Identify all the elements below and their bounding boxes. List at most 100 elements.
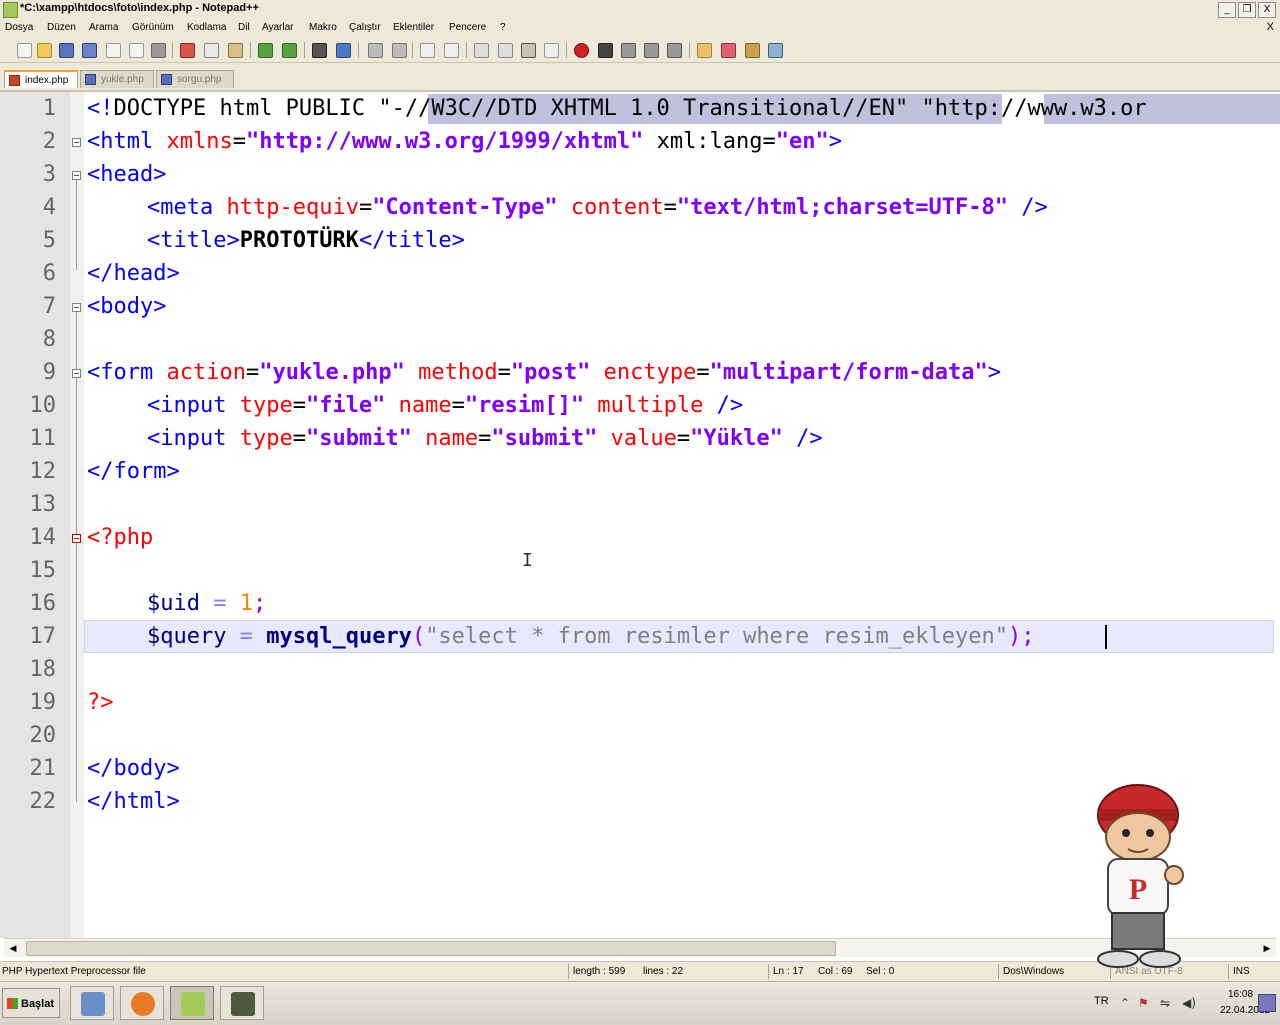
show-all-characters-icon[interactable] [498,43,513,58]
token: = [226,624,267,649]
network-icon[interactable]: ⇋ [1160,996,1170,1010]
indent-guide-icon[interactable] [521,43,536,58]
open-file-icon[interactable] [37,43,52,58]
scroll-right-icon[interactable]: ▶ [1260,941,1274,955]
line-number: 10 [29,393,57,418]
menu-calistir[interactable]: Çalıştır [349,22,381,33]
menu-pencere[interactable]: Pencere [449,22,486,33]
token: type [239,426,293,451]
save-all-icon[interactable] [82,43,97,58]
token: "en" [775,129,829,154]
close-file-icon[interactable] [106,43,121,58]
token: /> [703,393,744,418]
token: name [385,393,452,418]
token: "http://www.w3.org/1999/xhtml" [245,129,644,154]
start-label: Başlat [21,998,55,1010]
start-button[interactable]: Başlat [2,988,60,1018]
menu-help[interactable]: ? [500,22,506,33]
find-icon[interactable] [312,43,327,58]
computer-icon [81,992,105,1016]
zoom-in-icon[interactable] [368,43,383,58]
new-file-icon[interactable] [17,43,32,58]
code-line-3: <head> [87,158,166,191]
notepadpp-icon [3,2,18,18]
cut-icon[interactable] [180,43,195,58]
code-line-16: $uid = 1; [147,587,266,620]
fold-toggle[interactable] [72,534,81,543]
plugin-icon-1[interactable] [697,43,712,58]
tab-index-php[interactable]: index.php [4,70,78,88]
volume-icon[interactable]: ◀) [1182,996,1196,1010]
token: = [478,426,492,451]
undo-icon[interactable] [258,43,273,58]
action-center-icon[interactable]: ⚑ [1138,996,1149,1010]
sync-horizontal-icon[interactable] [444,43,459,58]
tab-sorgu-php[interactable]: sorgu.php [156,70,234,88]
line-number: 22 [29,789,57,814]
line-number: 20 [29,723,57,748]
close-button[interactable]: X [1258,2,1276,18]
stop-macro-icon[interactable] [598,43,613,58]
menu-duzen[interactable]: Düzen [47,22,76,33]
chevron-up-icon[interactable]: ⌃ [1120,996,1130,1010]
fold-toggle[interactable] [72,138,81,147]
token: ); [1007,624,1035,649]
close-document-button[interactable]: X [1267,21,1274,33]
token: value [597,426,677,451]
save-macro-icon[interactable] [667,43,682,58]
status-column: Col : 69 [818,966,853,977]
plugin-icon-3[interactable] [745,43,760,58]
play-macro-icon[interactable] [621,43,636,58]
redo-icon[interactable] [282,43,297,58]
token: = [292,426,306,451]
taskbar-notepadpp-button[interactable] [170,986,214,1020]
show-desktop-icon[interactable] [1258,994,1276,1012]
run-macro-multiple-icon[interactable] [644,43,659,58]
token: "file" [305,393,386,418]
code-line-2: <html xmlns="http://www.w3.org/1999/xhtm… [87,125,842,158]
language-indicator[interactable]: TR [1094,995,1109,1007]
plugin-icon-4[interactable] [768,43,783,58]
fold-toggle[interactable] [72,369,81,378]
menu-dil[interactable]: Dil [238,22,250,33]
token: "select * from resimler where resim_ekle… [425,624,995,649]
menu-ayarlar[interactable]: Ayarlar [262,22,294,33]
status-insert-mode: INS [1233,966,1250,977]
taskbar-explorer-button[interactable] [70,986,114,1020]
line-number: 3 [42,162,56,187]
menu-eklentiler[interactable]: Eklentiler [393,22,434,33]
status-eol: Dos\Windows [1003,966,1065,977]
maximize-button[interactable]: ❐ [1238,2,1256,18]
taskbar-firefox-button[interactable] [120,986,164,1020]
clock-time[interactable]: 16:08 [1228,989,1253,1000]
menu-arama[interactable]: Arama [89,22,118,33]
minimize-button[interactable]: _ [1218,2,1236,18]
scrollbar-thumb[interactable] [26,941,836,956]
token: = [663,195,677,220]
print-icon[interactable] [151,43,166,58]
token: <meta [147,195,227,220]
fold-toggle[interactable] [72,171,81,180]
token: = [232,129,246,154]
plugin-icon-2[interactable] [721,43,736,58]
menu-kodlama[interactable]: Kodlama [187,22,226,33]
taskbar-camtasia-button[interactable] [220,986,264,1020]
replace-icon[interactable] [336,43,351,58]
code-line-17: $query = mysql_query("select * from resi… [147,620,1034,653]
tab-yukle-php[interactable]: yukle.php [80,70,154,88]
menu-makro[interactable]: Makro [309,22,337,33]
zoom-out-icon[interactable] [392,43,407,58]
scroll-left-icon[interactable]: ◀ [6,941,20,955]
document-map-icon[interactable] [544,43,559,58]
token: "submit" [305,426,412,451]
fold-toggle[interactable] [72,303,81,312]
record-macro-icon[interactable] [574,43,589,58]
word-wrap-icon[interactable] [474,43,489,58]
menu-dosya[interactable]: Dosya [5,22,33,33]
sync-vertical-icon[interactable] [420,43,435,58]
paste-icon[interactable] [228,43,243,58]
menu-gorunum[interactable]: Görünüm [132,22,174,33]
copy-icon[interactable] [204,43,219,58]
close-all-icon[interactable] [129,43,144,58]
save-icon[interactable] [59,43,74,58]
